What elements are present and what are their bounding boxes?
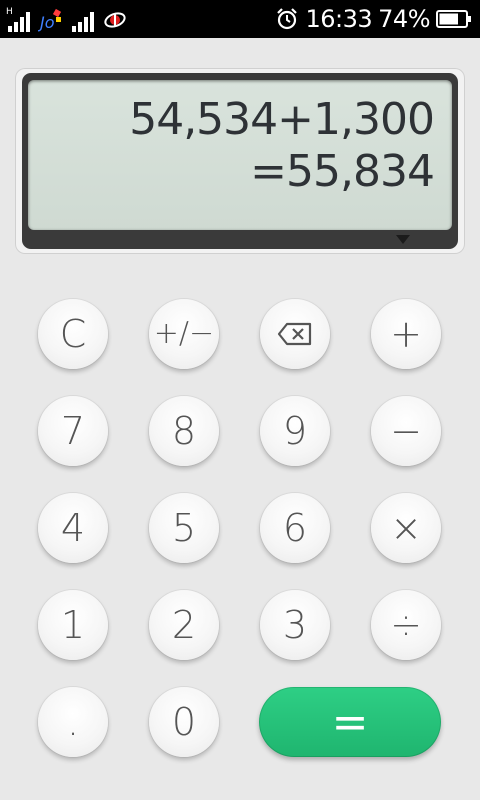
history-toggle-icon[interactable] — [396, 235, 410, 244]
clear-label: C — [59, 312, 87, 356]
sign-toggle-label: +∕− — [153, 316, 215, 351]
display-screen: 54,534+1,300 =55,834 — [28, 80, 452, 230]
divide-button[interactable]: ÷ — [371, 590, 441, 660]
equals-label: = — [331, 696, 369, 748]
battery-percent: 74% — [378, 5, 430, 33]
digit-9-label: 9 — [282, 409, 308, 453]
decimal-point-button[interactable]: . — [38, 687, 108, 757]
plus-button[interactable]: + — [371, 299, 441, 369]
digit-6-label: 6 — [282, 506, 308, 550]
digit-0-button[interactable]: 0 — [149, 687, 219, 757]
equals-button[interactable]: = — [259, 687, 441, 757]
minus-label: − — [390, 409, 422, 453]
digit-8-label: 8 — [171, 409, 197, 453]
multiply-button[interactable]: × — [371, 493, 441, 563]
display-bezel: 54,534+1,300 =55,834 — [22, 73, 458, 249]
plus-label: + — [390, 312, 422, 356]
decimal-point-label: . — [66, 700, 80, 744]
network-type-label: H — [6, 7, 13, 17]
digit-0-label: 0 — [171, 700, 197, 744]
battery-icon — [436, 10, 471, 28]
divide-label: ÷ — [390, 603, 422, 647]
result-text: =55,834 — [250, 146, 435, 197]
digit-1-label: 1 — [60, 603, 86, 647]
alarm-icon — [277, 8, 298, 30]
digit-1-button[interactable]: 1 — [38, 590, 108, 660]
status-bar: H Jo 16:33 74% — [0, 0, 480, 38]
multiply-label: × — [390, 506, 422, 550]
status-right: 16:33 74% — [275, 0, 472, 38]
app-notification-icon: Jo — [38, 8, 62, 32]
clock-text: 16:33 — [305, 5, 373, 33]
backspace-button[interactable] — [260, 299, 330, 369]
signal-icon — [70, 8, 96, 32]
digit-2-button[interactable]: 2 — [149, 590, 219, 660]
svg-text:Jo: Jo — [38, 13, 55, 32]
digit-3-label: 3 — [282, 603, 308, 647]
digit-3-button[interactable]: 3 — [260, 590, 330, 660]
backspace-icon — [277, 322, 312, 346]
minus-button[interactable]: − — [371, 396, 441, 466]
network-notification-icon — [104, 12, 126, 28]
digit-7-button[interactable]: 7 — [38, 396, 108, 466]
display-frame: 54,534+1,300 =55,834 — [15, 68, 465, 254]
digit-9-button[interactable]: 9 — [260, 396, 330, 466]
digit-2-label: 2 — [171, 603, 197, 647]
digit-5-label: 5 — [171, 506, 197, 550]
expression-text: 54,534+1,300 — [129, 94, 435, 145]
digit-4-label: 4 — [60, 506, 86, 550]
digit-8-button[interactable]: 8 — [149, 396, 219, 466]
signal-icon: H — [6, 8, 32, 32]
sign-toggle-button[interactable]: +∕− — [149, 299, 219, 369]
clear-button[interactable]: C — [38, 299, 108, 369]
digit-6-button[interactable]: 6 — [260, 493, 330, 563]
digit-7-label: 7 — [60, 409, 86, 453]
status-left: H Jo — [6, 6, 128, 32]
digit-4-button[interactable]: 4 — [38, 493, 108, 563]
digit-5-button[interactable]: 5 — [149, 493, 219, 563]
